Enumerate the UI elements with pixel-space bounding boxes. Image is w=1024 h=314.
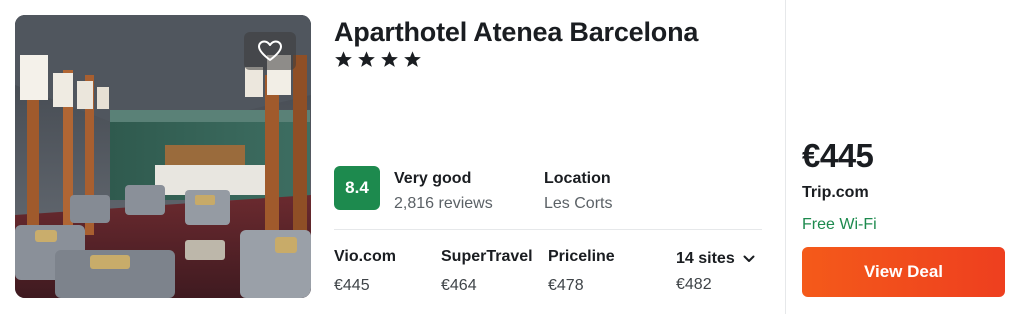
more-sites-label: 14 sites	[676, 250, 735, 267]
star-icon	[358, 51, 375, 67]
hotel-name[interactable]: Aparthotel Atenea Barcelona	[334, 17, 698, 48]
review-count[interactable]: 2,816 reviews	[394, 195, 493, 213]
star-icon	[335, 51, 352, 67]
location-value: Les Corts	[544, 195, 613, 212]
chevron-down-icon	[743, 255, 755, 262]
star-icon	[381, 51, 398, 67]
provider-name: SuperTravel	[441, 248, 533, 265]
provider-offer[interactable]: SuperTravel €464	[441, 248, 533, 295]
view-deal-button[interactable]: View Deal	[802, 247, 1005, 297]
star-icon	[404, 51, 421, 67]
provider-price: €445	[334, 277, 370, 294]
provider-offer[interactable]: Vio.com €445	[334, 248, 396, 295]
more-sites-price: €482	[676, 276, 712, 293]
favorite-button[interactable]	[244, 32, 296, 70]
heart-icon	[258, 40, 282, 61]
best-price-provider: Trip.com	[802, 184, 869, 201]
star-rating	[334, 50, 422, 69]
provider-price: €464	[441, 277, 477, 294]
location-label: Location	[544, 170, 611, 187]
hotel-result-card: Aparthotel Atenea Barcelona 8.4 Very goo…	[0, 0, 1024, 314]
provider-offer[interactable]: Priceline €478	[548, 248, 615, 295]
provider-name: Priceline	[548, 248, 615, 265]
provider-price: €478	[548, 277, 584, 294]
amenity-perk: Free Wi-Fi	[802, 216, 877, 233]
provider-name: Vio.com	[334, 248, 396, 265]
more-sites-dropdown[interactable]: 14 sites	[676, 250, 755, 268]
divider	[334, 229, 762, 230]
rating-label: Very good	[394, 170, 472, 187]
rating-score-badge[interactable]: 8.4	[334, 166, 380, 210]
column-divider	[785, 0, 786, 314]
best-price: €445	[802, 137, 874, 174]
